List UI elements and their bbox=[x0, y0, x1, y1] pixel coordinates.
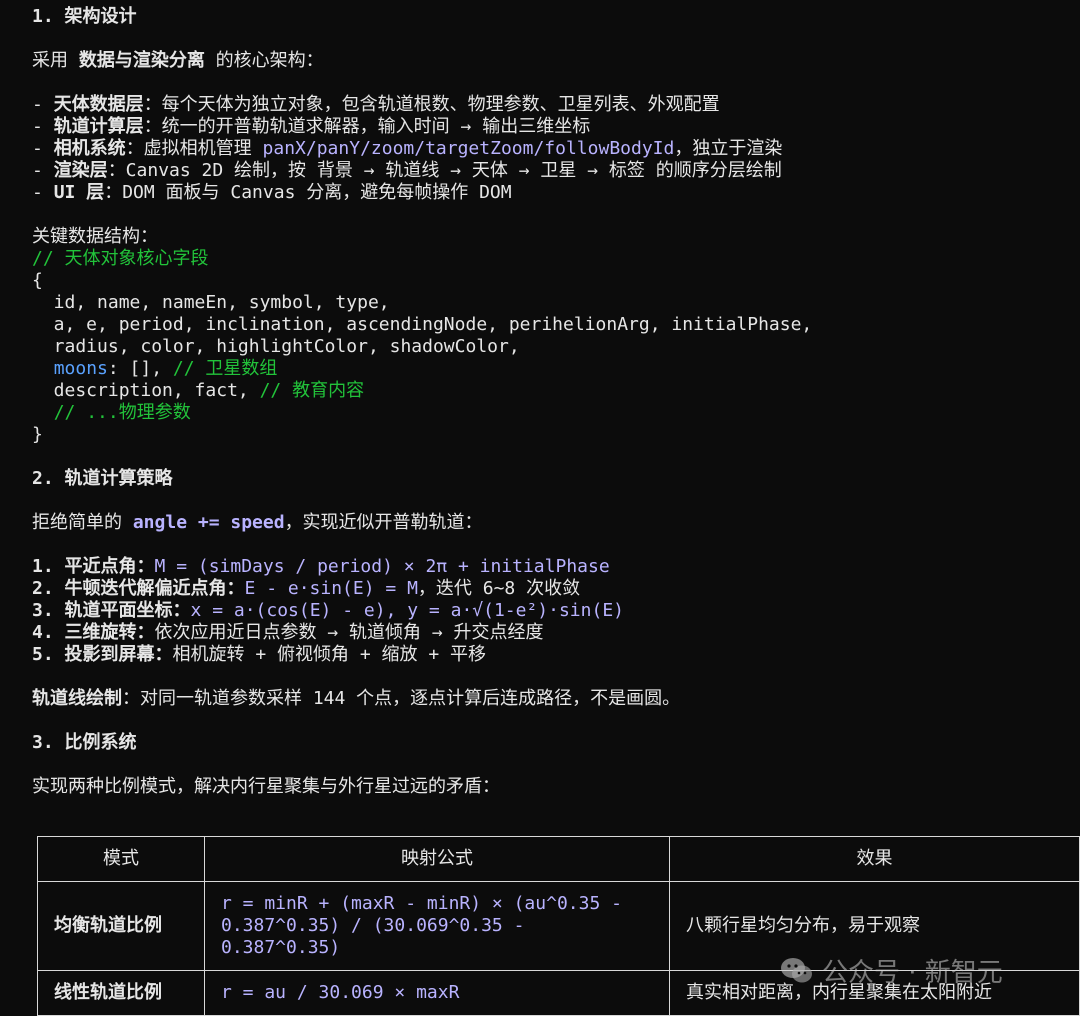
layer-desc: ：DOM 面板与 Canvas 分离，避免每帧操作 DOM bbox=[104, 182, 512, 203]
step-label: 1. 平近点角： bbox=[32, 556, 155, 577]
code-comment: // 卫星数组 bbox=[172, 358, 278, 379]
bullet: - bbox=[32, 182, 54, 203]
code-line: { bbox=[32, 270, 43, 291]
layer-item: - UI 层：DOM 面板与 Canvas 分离，避免每帧操作 DOM bbox=[32, 182, 1072, 204]
layer-name: UI 层 bbox=[53, 182, 105, 203]
formula-line: r = au / 30.069 × maxR bbox=[221, 982, 460, 1003]
layer-desc: ：统一的开普勒轨道求解器，输入时间 → 输出三维坐标 bbox=[143, 116, 591, 137]
layer-desc: ：每个天体为独立对象，包含轨道根数、物理参数、卫星列表、外观配置 bbox=[143, 94, 720, 115]
step-label: 3. 轨道平面坐标： bbox=[32, 600, 191, 621]
intro-prefix: 拒绝简单的 bbox=[32, 512, 133, 533]
code-line: } bbox=[32, 424, 43, 445]
code-comment: // 天体对象核心字段 bbox=[32, 248, 209, 269]
wechat-icon bbox=[781, 957, 812, 982]
layer-desc: ：Canvas 2D 绘制，按 背景 → 轨道线 → 天体 → 卫星 → 标签 … bbox=[107, 160, 782, 181]
formula-line: r = minR + (maxR - minR) × (au^0.35 - bbox=[221, 893, 622, 914]
intro-bold: 数据与渲染分离 bbox=[78, 50, 205, 71]
step-item: 3. 轨道平面坐标：x = a·(cos(E) - e), y = a·√(1-… bbox=[32, 600, 1072, 622]
cell-mode: 线性轨道比例 bbox=[37, 970, 205, 1016]
step-label: 5. 投影到屏幕： bbox=[32, 644, 173, 665]
step-formula: x = a·(cos(E) - e), y = a·√(1-e²)·sin(E) bbox=[190, 600, 624, 621]
layer-name: 相机系统 bbox=[53, 138, 126, 159]
section-2-intro: 拒绝简单的 angle += speed，实现近似开普勒轨道： bbox=[32, 512, 1072, 534]
step-tail: 依次应用近日点参数 → 轨道倾角 → 升交点经度 bbox=[154, 622, 544, 643]
struct-heading: 关键数据结构： bbox=[32, 226, 158, 247]
cell-formula: r = minR + (maxR - minR) × (au^0.35 - 0.… bbox=[204, 881, 670, 971]
bullet: - bbox=[32, 138, 54, 159]
layer-tail: ，独立于渲染 bbox=[674, 138, 783, 159]
section-3-heading: 3. 比例系统 bbox=[32, 732, 137, 753]
code-value: : [], bbox=[107, 358, 173, 379]
bullet: - bbox=[32, 94, 54, 115]
section-2-heading: 2. 轨道计算策略 bbox=[32, 468, 173, 489]
step-item: 4. 三维旋转：依次应用近日点参数 → 轨道倾角 → 升交点经度 bbox=[32, 622, 1072, 644]
step-label: 2. 牛顿迭代解偏近点角： bbox=[32, 578, 245, 599]
code-line: id, name, nameEn, symbol, type, bbox=[32, 292, 390, 313]
orbit-line-note: 轨道线绘制：对同一轨道参数采样 144 个点，逐点计算后连成路径，不是画圆。 bbox=[32, 688, 1072, 710]
code-comment: // ...物理参数 bbox=[53, 402, 191, 423]
header-mode: 模式 bbox=[37, 836, 205, 882]
layer-name: 渲染层 bbox=[53, 160, 108, 181]
section-3-intro: 实现两种比例模式，解决内行星聚集与外行星过远的矛盾： bbox=[32, 776, 500, 797]
step-formula: M = (simDays / period) × 2π + initialPha… bbox=[154, 556, 610, 577]
inline-code: panX/panY/zoom/targetZoom/followBodyId bbox=[262, 138, 675, 159]
step-label: 4. 三维旋转： bbox=[32, 622, 155, 643]
section-1-heading: 1. 架构设计 bbox=[32, 6, 137, 27]
formula-line: 0.387^0.35) / (30.069^0.35 - bbox=[221, 915, 525, 936]
code-line: description, fact, // 教育内容 bbox=[32, 380, 1072, 402]
intro-suffix: ，实现近似开普勒轨道： bbox=[284, 512, 483, 533]
code-comment: // 教育内容 bbox=[259, 380, 365, 401]
orbit-label: 轨道线绘制 bbox=[32, 688, 122, 709]
step-tail: 相机旋转 + 俯视倾角 + 缩放 + 平移 bbox=[172, 644, 487, 665]
header-effect: 效果 bbox=[669, 836, 1080, 882]
document-body: 1. 架构设计 采用 数据与渲染分离 的核心架构： - 天体数据层：每个天体为独… bbox=[32, 6, 1072, 798]
table-header-row: 模式 映射公式 效果 bbox=[37, 836, 1080, 882]
step-tail: ，迭代 6~8 次收敛 bbox=[417, 578, 581, 599]
section-1-intro: 采用 数据与渲染分离 的核心架构： bbox=[32, 50, 1072, 72]
step-item: 2. 牛顿迭代解偏近点角：E - e·sin(E) = M，迭代 6~8 次收敛 bbox=[32, 578, 1072, 600]
code-line: // ...物理参数 bbox=[32, 402, 1072, 424]
bullet: - bbox=[32, 116, 54, 137]
intro-suffix: 的核心架构： bbox=[204, 50, 324, 71]
layer-item: - 渲染层：Canvas 2D 绘制，按 背景 → 轨道线 → 天体 → 卫星 … bbox=[32, 160, 1072, 182]
formula-line: 0.387^0.35) bbox=[221, 937, 341, 958]
code-line: a, e, period, inclination, ascendingNode… bbox=[32, 314, 813, 335]
code-line: radius, color, highlightColor, shadowCol… bbox=[32, 336, 520, 357]
watermark: 公众号 · 新智元 bbox=[780, 952, 1003, 989]
cell-formula: r = au / 30.069 × maxR bbox=[204, 970, 670, 1016]
orbit-desc: ：对同一轨道参数采样 144 个点，逐点计算后连成路径，不是画圆。 bbox=[122, 688, 681, 709]
cell-mode: 均衡轨道比例 bbox=[37, 881, 205, 971]
code-key: moons bbox=[53, 358, 108, 379]
step-item: 5. 投影到屏幕：相机旋转 + 俯视倾角 + 缩放 + 平移 bbox=[32, 644, 1072, 666]
intro-prefix: 采用 bbox=[32, 50, 79, 71]
step-item: 1. 平近点角：M = (simDays / period) × 2π + in… bbox=[32, 556, 1072, 578]
layer-name: 天体数据层 bbox=[53, 94, 144, 115]
code-text: description, fact, bbox=[32, 380, 260, 401]
layer-desc: ：虚拟相机管理 bbox=[125, 138, 263, 159]
layer-item: - 天体数据层：每个天体为独立对象，包含轨道根数、物理参数、卫星列表、外观配置 bbox=[32, 94, 1072, 116]
bullet: - bbox=[32, 160, 54, 181]
scale-mode-table: 模式 映射公式 效果 均衡轨道比例 r = minR + (maxR - min… bbox=[37, 836, 1080, 1016]
inline-code: angle += speed bbox=[132, 512, 285, 533]
layer-item: - 相机系统：虚拟相机管理 panX/panY/zoom/targetZoom/… bbox=[32, 138, 1072, 160]
layer-item: - 轨道计算层：统一的开普勒轨道求解器，输入时间 → 输出三维坐标 bbox=[32, 116, 1072, 138]
layer-name: 轨道计算层 bbox=[53, 116, 144, 137]
watermark-text: 公众号 · 新智元 bbox=[822, 958, 1003, 988]
step-formula: E - e·sin(E) = M bbox=[244, 578, 418, 599]
code-line: moons: [], // 卫星数组 bbox=[32, 358, 1072, 380]
header-formula: 映射公式 bbox=[204, 836, 670, 882]
